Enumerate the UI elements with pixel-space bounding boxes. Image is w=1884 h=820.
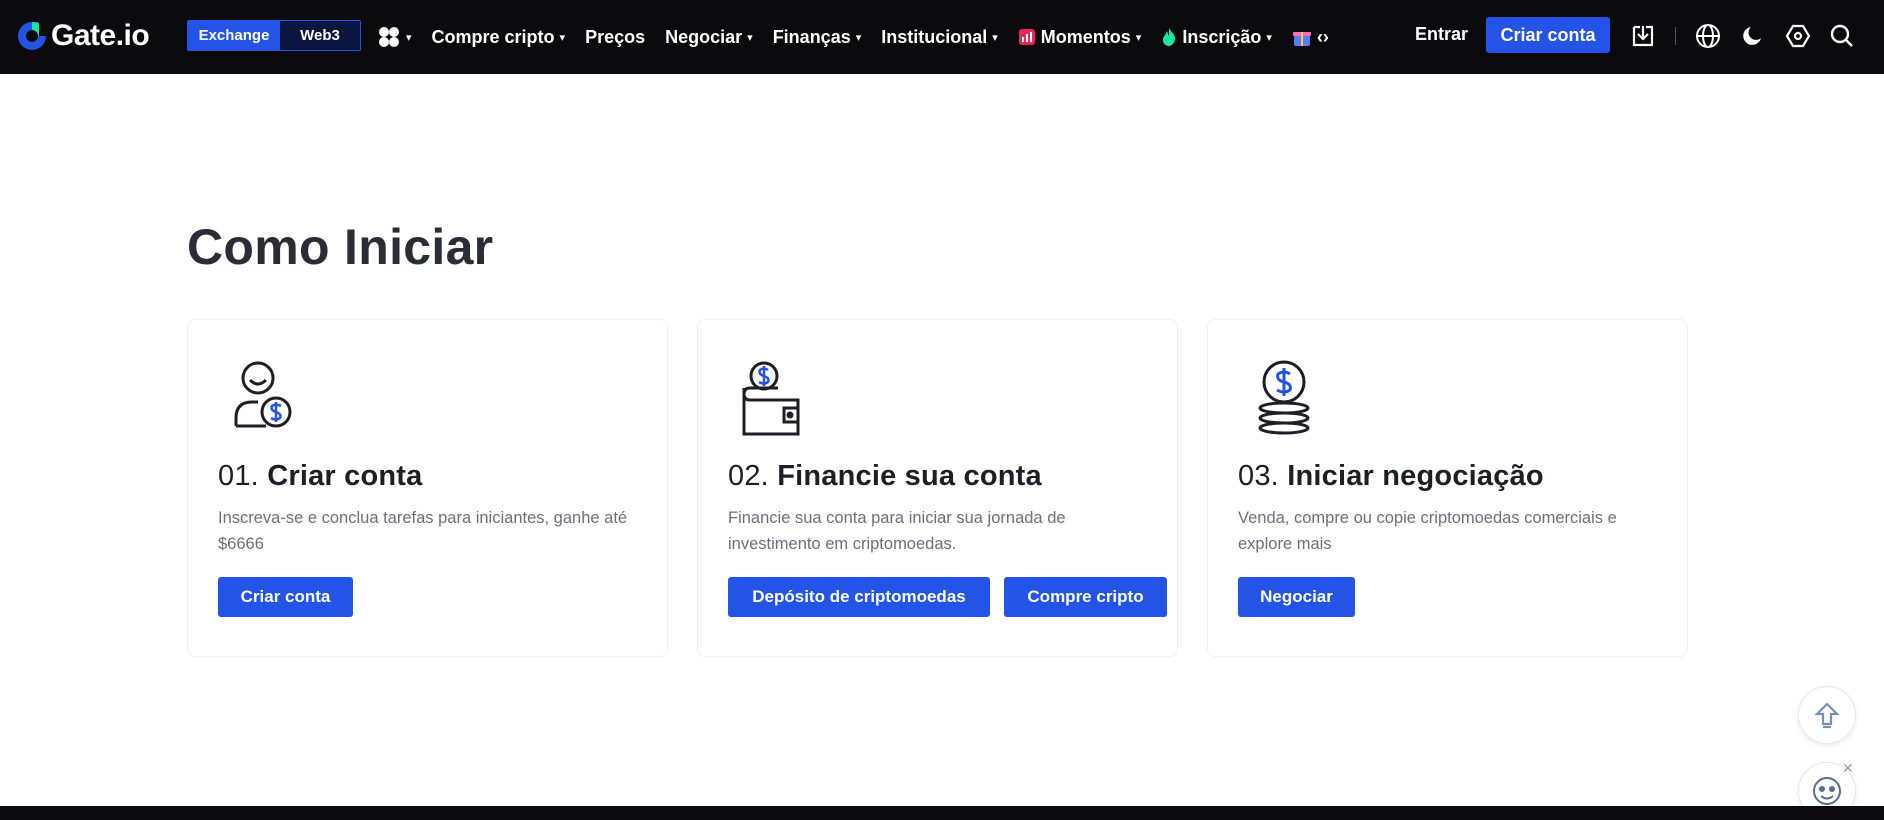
settings-hex-icon[interactable] <box>1784 22 1812 50</box>
step-title: 01. Criar conta <box>218 460 423 493</box>
trade-button[interactable]: Negociar <box>1238 577 1355 617</box>
moon-icon[interactable] <box>1739 22 1767 50</box>
step-card-start-trading: 03. Iniciar negociação Venda, compre ou … <box>1207 319 1688 657</box>
menu-label: Compre cripto <box>431 26 555 47</box>
search-icon[interactable] <box>1828 22 1856 50</box>
apps-grid-icon <box>379 27 399 47</box>
menu-institucional[interactable]: Institucional ▾ <box>881 27 998 48</box>
download-icon[interactable] <box>1629 22 1657 50</box>
step-description: Inscreva-se e conclua tarefas para inici… <box>218 509 628 553</box>
step-name: Financie sua conta <box>777 460 1042 492</box>
step-card-create-account: 01. Criar conta Inscreva-se e conclua ta… <box>187 319 668 657</box>
signup-button[interactable]: Criar conta <box>1486 17 1610 53</box>
main-menu: ▾ Compre cripto ▾ Preços Negociar ▾ Fina… <box>377 0 1349 74</box>
page-title: Como Iniciar <box>187 219 494 275</box>
logo-text: Gate.io <box>51 19 150 52</box>
step-description: Financie sua conta para iniciar sua jorn… <box>728 509 1066 553</box>
menu-compre-cripto[interactable]: Compre cripto ▾ <box>432 27 566 48</box>
chevron-down-icon: ▾ <box>747 31 753 44</box>
wallet-coin-icon <box>738 358 810 438</box>
menu-precos[interactable]: Preços <box>585 27 645 48</box>
step-card-fund-account: 02. Financie sua conta Financie sua cont… <box>697 319 1178 657</box>
chevron-down-icon: ▾ <box>992 31 998 44</box>
flame-icon <box>1161 27 1177 47</box>
chevron-down-icon: ▾ <box>855 31 862 44</box>
step-number: 02. <box>728 460 769 492</box>
chevron-down-icon: ▾ <box>406 31 412 44</box>
menu-negociar[interactable]: Negociar ▾ <box>665 27 753 48</box>
apps-menu[interactable]: ▾ <box>377 25 412 49</box>
exchange-tab[interactable]: Exchange <box>188 21 280 50</box>
step-number: 01. <box>218 460 259 492</box>
crypto-deposit-button[interactable]: Depósito de criptomoedas <box>728 577 990 617</box>
menu-label: Finanças <box>772 26 851 47</box>
step-title: 03. Iniciar negociação <box>1238 460 1544 493</box>
step-title: 02. Financie sua conta <box>728 460 1042 493</box>
user-coin-icon <box>228 358 300 438</box>
globe-icon[interactable] <box>1694 22 1722 50</box>
arrow-up-icon <box>1814 702 1840 729</box>
menu-gift[interactable]: ‹› <box>1292 27 1329 48</box>
step-number: 03. <box>1238 460 1279 492</box>
step-name: Criar conta <box>267 460 423 492</box>
menu-financas[interactable]: Finanças ▾ <box>773 27 862 48</box>
menu-label: Momentos <box>1040 26 1131 47</box>
chevron-down-icon: ▾ <box>559 31 566 44</box>
exchange-web3-switch[interactable]: Exchange Web3 <box>187 20 361 51</box>
scroll-to-top-button[interactable] <box>1798 686 1856 744</box>
buy-crypto-button[interactable]: Compre cripto <box>1004 577 1167 617</box>
chat-bot-icon <box>1813 777 1841 805</box>
menu-momentos[interactable]: Momentos ▾ <box>1018 26 1142 48</box>
step-name: Iniciar negociação <box>1287 460 1544 492</box>
gate-logo-icon <box>18 21 46 50</box>
close-icon[interactable]: ✕ <box>1842 760 1854 777</box>
nav-divider <box>1675 27 1676 45</box>
menu-label: Institucional <box>881 26 988 47</box>
web3-tab[interactable]: Web3 <box>280 21 360 50</box>
step-description: Venda, compre ou copie criptomoedas come… <box>1238 509 1617 553</box>
chevron-down-icon: ▾ <box>1266 31 1272 44</box>
menu-label: Negociar <box>665 26 743 47</box>
menu-label: Preços <box>585 26 646 47</box>
more-arrows-icon: ‹› <box>1316 26 1329 47</box>
coin-stack-icon <box>1248 358 1320 438</box>
gift-icon <box>1292 27 1312 47</box>
menu-inscricao[interactable]: Inscrição ▾ <box>1161 27 1272 48</box>
chevron-down-icon: ▾ <box>1135 31 1142 44</box>
chart-icon <box>1018 28 1036 46</box>
login-link[interactable]: Entrar <box>1415 24 1468 45</box>
footer-edge <box>0 806 1884 820</box>
create-account-button[interactable]: Criar conta <box>218 577 353 617</box>
top-navigation-bar: Gate.io Exchange Web3 ▾ Compre cripto ▾ … <box>0 0 1884 74</box>
menu-label: Inscrição <box>1182 26 1262 47</box>
gate-logo[interactable]: Gate.io <box>15 18 150 54</box>
